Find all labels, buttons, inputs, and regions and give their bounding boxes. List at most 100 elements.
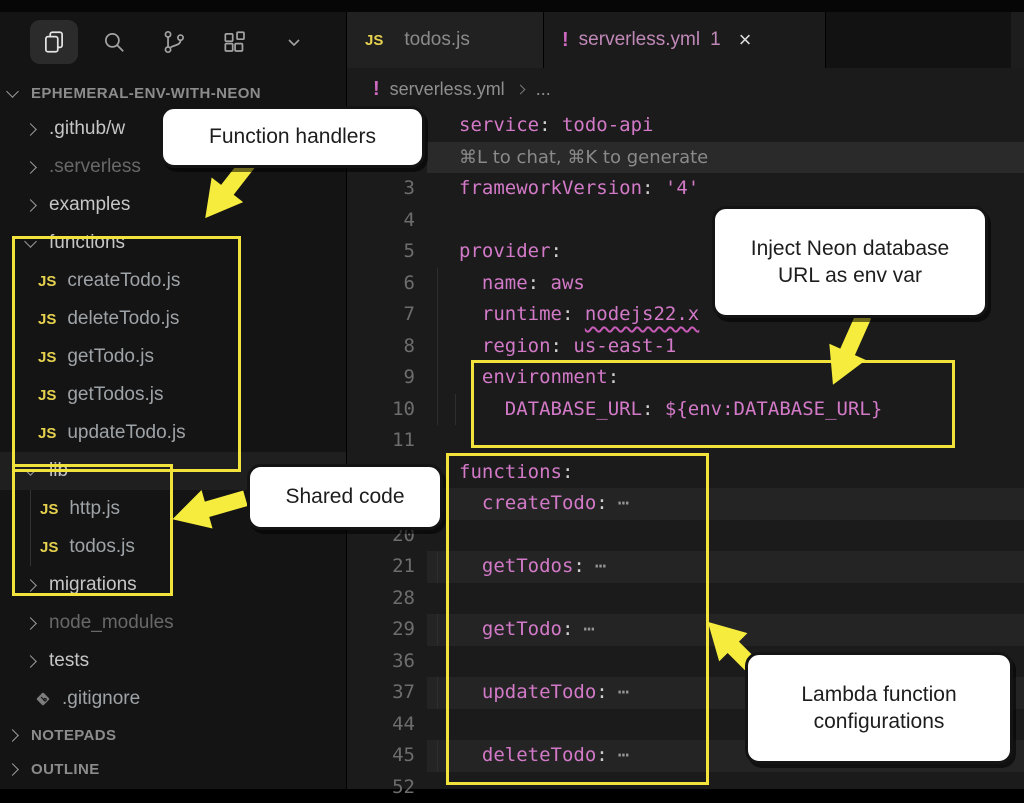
indent-guide (437, 677, 438, 709)
panel-header-notepads[interactable]: NOTEPADS (0, 718, 346, 752)
fold-ellipsis[interactable]: ⋯ (583, 618, 595, 640)
sidebar-file--gitignore[interactable]: .gitignore (0, 680, 346, 718)
indent-guide (437, 362, 438, 394)
explorer-root-header[interactable]: EPHEMERAL-ENV-WITH-NEON (0, 76, 346, 110)
activity-bar (30, 20, 318, 64)
code-token: deleteTodo (459, 744, 596, 766)
item-label: deleteTodo.js (67, 308, 179, 330)
code-token: runtime (459, 303, 562, 325)
sidebar-item-node-modules[interactable]: node_modules (0, 604, 346, 642)
tab-bar: JS todos.js ! serverless.yml 1 × (347, 12, 1024, 68)
fold-ellipsis[interactable]: ⋯ (618, 492, 630, 514)
tab-todos-js[interactable]: JS todos.js (347, 12, 544, 68)
sidebar-file-gettodo-js[interactable]: JS getTodo.js (0, 338, 346, 376)
sidebar-item-examples[interactable]: examples (0, 186, 346, 224)
line-number: 28 (347, 583, 427, 615)
chevron-right-icon (24, 655, 37, 668)
fold-ellipsis[interactable]: ⋯ (595, 555, 607, 577)
line-number: 29 (347, 614, 427, 646)
item-label: examples (49, 194, 130, 216)
chevron-down-icon (24, 463, 37, 476)
code-line-28: 28 (347, 583, 1024, 615)
line-number: 10 (347, 394, 427, 426)
sidebar-file-todos-js[interactable]: JStodos.js (0, 528, 346, 566)
file-explorer-tree: EPHEMERAL-ENV-WITH-NEON .github/w .serverl… (0, 76, 346, 786)
js-file-icon: JS (38, 387, 56, 404)
item-label: getTodo.js (67, 346, 154, 368)
fold-ellipsis[interactable]: ⋯ (618, 681, 630, 703)
code-token: : (551, 240, 562, 262)
js-file-icon: JS (38, 273, 56, 290)
indent-guide (455, 394, 456, 426)
line-number: 9 (347, 362, 427, 394)
sidebar-file-updatetodo-js[interactable]: JS updateTodo.js (0, 414, 346, 452)
tab-bar-edge (1011, 12, 1024, 68)
js-file-icon: JS (38, 349, 56, 366)
line-number: 3 (347, 173, 427, 205)
explorer-icon[interactable] (30, 20, 78, 64)
item-label: .github/w (49, 118, 125, 140)
ai-hint-text: ⌘L to chat, ⌘K to generate (459, 147, 708, 168)
chevron-down-icon (6, 85, 19, 98)
extensions-icon[interactable] (210, 20, 258, 64)
yml-warning-icon: ! (373, 78, 380, 101)
code-token: '4' (653, 177, 699, 199)
code-token: : (642, 398, 653, 420)
sidebar-item-migrations[interactable]: migrations (0, 566, 346, 604)
breadcrumb-file[interactable]: serverless.yml (390, 79, 505, 100)
sidebar-item-functions[interactable]: functions (0, 224, 346, 262)
source-control-icon[interactable] (150, 20, 198, 64)
code-line-12: 12functions: (347, 457, 1024, 489)
breadcrumb-separator-icon (515, 84, 525, 94)
sidebar-file-gettodos-js[interactable]: JSgetTodos.js (0, 376, 346, 414)
code-line-13: 13 createTodo:⋯ (347, 488, 1024, 520)
breadcrumb-ellipsis[interactable]: ... (536, 79, 551, 100)
code-token: nodejs22.x (585, 303, 699, 325)
modified-badge: 1 (710, 29, 721, 51)
code-text: DATABASE_URL: ${env:DATABASE_URL} (427, 394, 1024, 426)
code-token: service (459, 114, 539, 136)
js-file-icon: JS (38, 425, 56, 442)
code-text: createTodo:⋯ (427, 488, 1024, 520)
code-token: ${env:DATABASE_URL} (653, 398, 882, 420)
sidebar-file-deletetodo-js[interactable]: JSdeleteTodo.js (0, 300, 346, 338)
indent-guide (437, 614, 438, 646)
code-token: aws (539, 272, 585, 294)
code-token: region (459, 335, 551, 357)
code-token: DATABASE_URL (459, 398, 642, 420)
item-label: http.js (69, 498, 120, 520)
indent-guide (30, 528, 31, 566)
code-token: name (459, 272, 528, 294)
chevron-right-icon (24, 579, 37, 592)
sidebar-file-createtodo-js[interactable]: JS createTodo.js (0, 262, 346, 300)
item-label: updateTodo.js (67, 422, 185, 444)
panel-header-outline[interactable]: OUTLINE (0, 752, 346, 786)
tab-serverless-yml[interactable]: ! serverless.yml 1 × (544, 12, 826, 68)
code-token (573, 303, 584, 325)
sidebar-item-tests[interactable]: tests (0, 642, 346, 680)
breadcrumb[interactable]: ! serverless.yml ... (347, 68, 1024, 110)
code-token: : (562, 461, 573, 483)
code-line-3: 3frameworkVersion: '4' (347, 173, 1024, 205)
tab-label: serverless.yml (579, 29, 700, 51)
close-icon[interactable]: × (739, 27, 752, 53)
code-token: : (551, 335, 562, 357)
line-number: 4 (347, 205, 427, 237)
item-label: node_modules (49, 612, 174, 634)
line-number: 6 (347, 268, 427, 300)
item-label: functions (49, 232, 125, 254)
search-icon[interactable] (90, 20, 138, 64)
code-text: frameworkVersion: '4' (427, 173, 1024, 205)
code-text: getTodos:⋯ (427, 551, 1024, 583)
fold-ellipsis[interactable]: ⋯ (618, 744, 630, 766)
code-token: todo-api (551, 114, 654, 136)
item-label: createTodo.js (67, 270, 180, 292)
code-token: : (528, 272, 539, 294)
item-label: migrations (49, 574, 137, 596)
chevron-down-icon[interactable] (270, 20, 318, 64)
code-text (427, 520, 1024, 552)
item-label: .serverless (49, 156, 141, 178)
yml-warning-icon: ! (562, 29, 569, 52)
annotation-function-handlers: Function handlers (160, 106, 425, 168)
code-line-1: 1service: todo-api (347, 110, 1024, 142)
